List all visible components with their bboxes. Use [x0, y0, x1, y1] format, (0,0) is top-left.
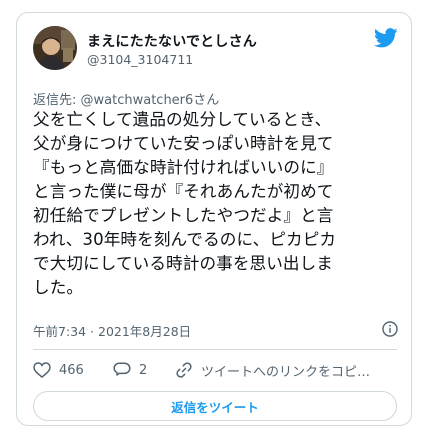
- tweet-timestamp[interactable]: 午前7:34 · 2021年8月28日: [33, 321, 191, 340]
- like-count: 466: [59, 362, 84, 378]
- twitter-bird-icon[interactable]: [374, 28, 398, 48]
- avatar[interactable]: [33, 26, 77, 70]
- link-icon: [176, 362, 192, 378]
- reply-tweet-button[interactable]: 返信をツイート: [33, 391, 397, 421]
- like-button[interactable]: 466: [33, 358, 84, 382]
- reply-bubble-icon: [113, 362, 131, 376]
- reply-count-button[interactable]: 2: [113, 358, 147, 382]
- copy-link-label: ツイートへのリンクをコピ…: [201, 364, 371, 380]
- reply-count: 2: [139, 362, 148, 378]
- tweet-actions: 466 2 ツイートへのリンクをコピ…: [33, 358, 397, 382]
- author-handle[interactable]: @3104_3104711: [87, 52, 193, 67]
- copy-link-button[interactable]: ツイートへのリンクをコピ…: [175, 358, 370, 382]
- tweet-card[interactable]: まえにたたないでとしさん @3104_3104711 返信先: @watchwa…: [16, 12, 412, 426]
- heart-icon: [33, 362, 51, 378]
- reply-to-label: 返信先: @watchwatcher6さん: [33, 93, 220, 108]
- info-icon[interactable]: [382, 321, 398, 337]
- tweet-text: 父を亡くして遺品の処分しているとき、 父が身につけていた安っぽい時計を見て 『も…: [33, 110, 337, 297]
- author-display-name[interactable]: まえにたたないでとしさん: [87, 31, 257, 51]
- divider: [33, 349, 397, 350]
- avatar-photo-icon: [33, 26, 77, 70]
